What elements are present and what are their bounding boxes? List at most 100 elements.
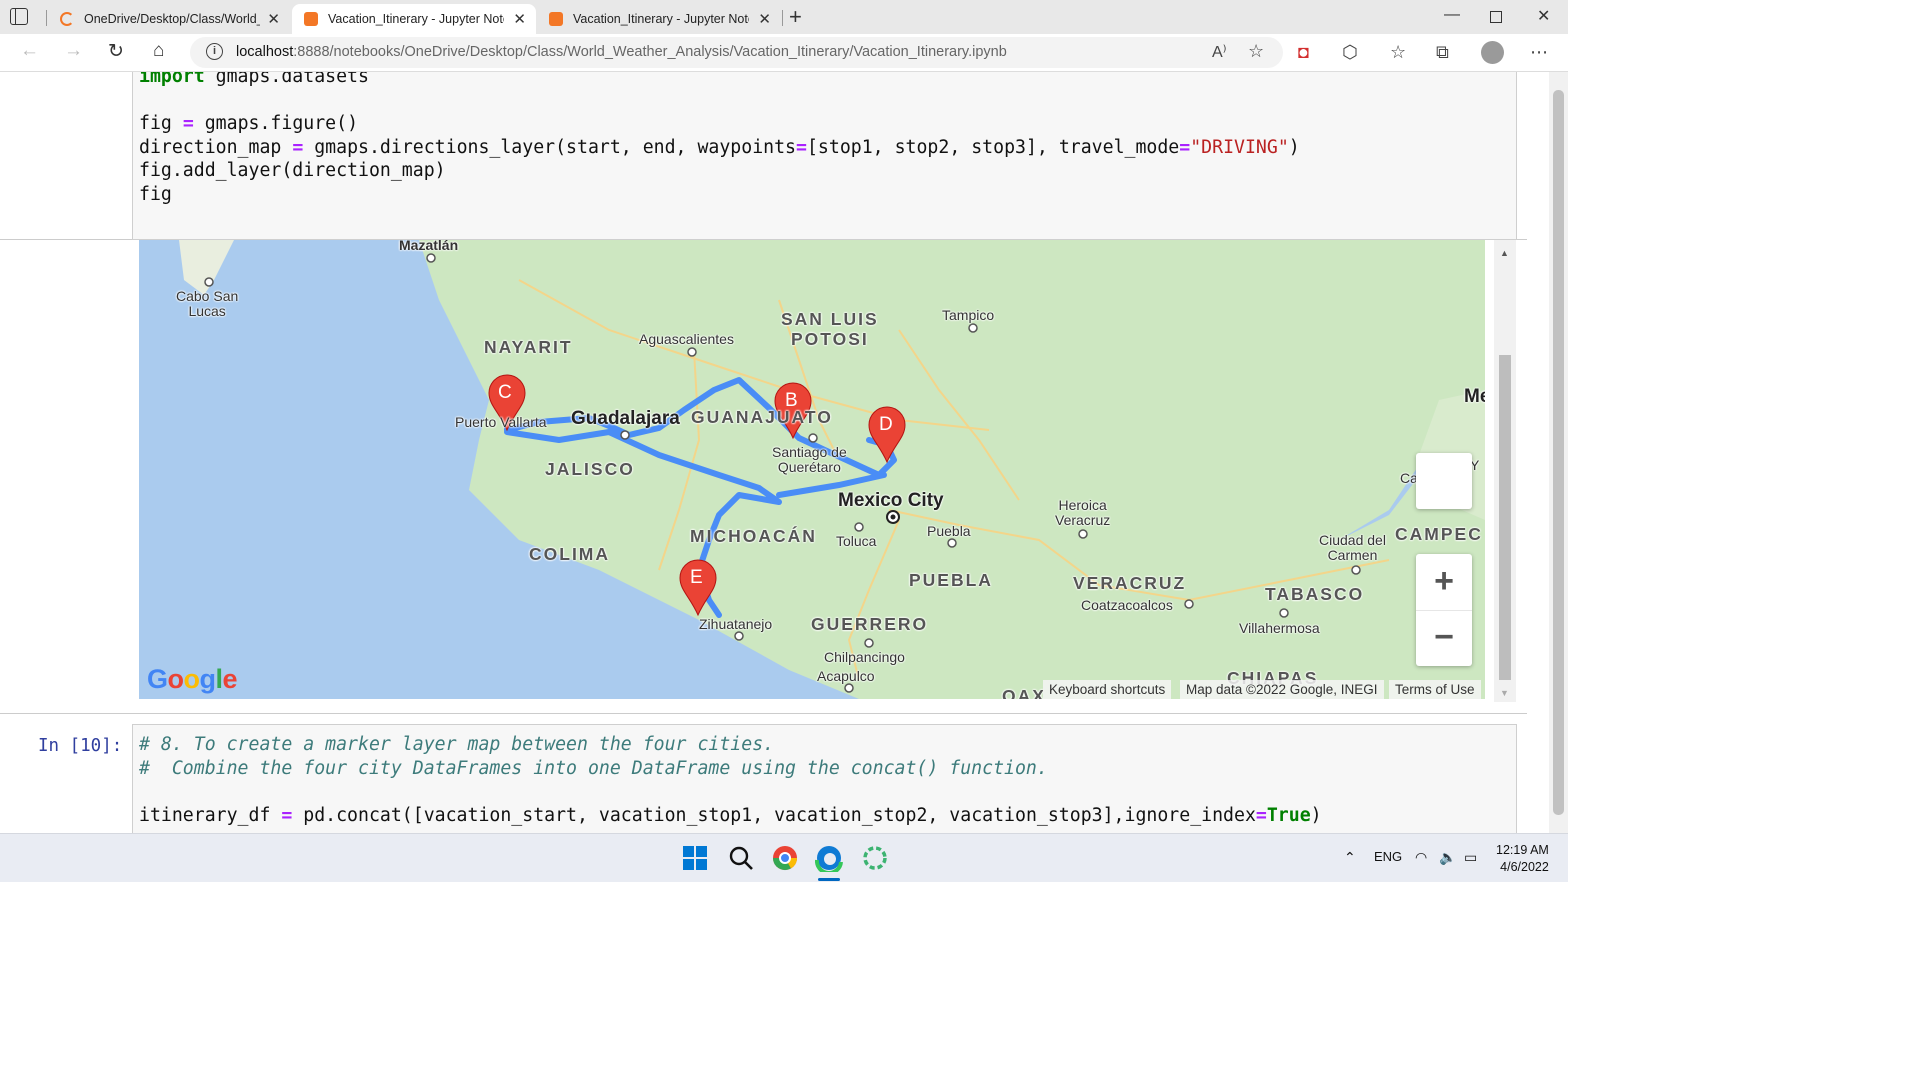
jupyter-notebook-icon (304, 12, 318, 26)
tab-title: Vacation_Itinerary - Jupyter Note (328, 12, 504, 26)
place-label: Aguascalientes (639, 331, 734, 347)
place-label: Heroica Veracruz (1055, 497, 1111, 528)
place-label: VERACRUZ (1073, 573, 1187, 593)
place-label: MICHOACÁN (690, 526, 817, 546)
profile-avatar[interactable] (1481, 41, 1504, 64)
marker-label-e: E (690, 567, 703, 588)
minimize-icon[interactable]: — (1444, 6, 1460, 24)
site-info-icon[interactable]: i (206, 43, 223, 60)
terms-of-use-link[interactable]: Terms of Use (1389, 680, 1481, 699)
search-icon[interactable] (727, 844, 755, 872)
back-icon[interactable]: ← (20, 40, 39, 62)
page-scrollbar[interactable] (1549, 72, 1568, 833)
jupyter-notebook-icon (549, 12, 563, 26)
zoom-control: + − (1416, 554, 1472, 666)
code-cell: In [10]: # 8. To create a marker layer m… (0, 724, 1527, 833)
tab-2[interactable]: Vacation_Itinerary - Jupyter Note ✕ (292, 4, 536, 34)
place-label: Chilpancingo (824, 649, 905, 665)
tab-3[interactable]: Vacation_Itinerary - Jupyter Note ✕ (537, 4, 781, 34)
code-line: fig.add_layer(direction_map) (139, 160, 446, 181)
scroll-down-icon[interactable]: ▼ (1500, 688, 1509, 698)
url-bar[interactable]: i localhost:8888/notebooks/OneDrive/Desk… (190, 37, 1283, 68)
language-indicator[interactable]: ENG (1374, 849, 1402, 864)
place-label: Toluca (836, 533, 877, 549)
place-label: Santiago de Querétaro (772, 444, 847, 475)
place-label: Cabo San Lucas (176, 288, 239, 319)
code-line: itinerary_df = pd.concat([vacation_start… (139, 805, 1322, 826)
chrome-icon[interactable] (771, 844, 799, 872)
place-label: COLIMA (529, 544, 611, 564)
tab-title: Vacation_Itinerary - Jupyter Note (573, 12, 749, 26)
zoom-out-button[interactable]: − (1416, 610, 1472, 666)
close-tab-icon[interactable]: ✕ (267, 10, 280, 28)
keyboard-shortcuts-link[interactable]: Keyboard shortcuts (1043, 680, 1172, 699)
google-map[interactable]: C B D E Mazatlán Cabo San Lucas NAYARIT … (139, 240, 1485, 699)
scroll-up-icon[interactable]: ▲ (1500, 248, 1509, 258)
close-window-icon[interactable]: ✕ (1537, 6, 1550, 26)
place-label: PUEBLA (909, 570, 993, 590)
edge-icon[interactable] (814, 844, 843, 875)
clock[interactable]: 12:19 AM 4/6/2022 (1496, 842, 1549, 876)
extensions-icon[interactable]: ⬡ (1342, 42, 1358, 63)
code-comment: # 8. To create a marker layer map betwee… (139, 734, 775, 755)
wifi-icon[interactable]: ◠ (1415, 849, 1427, 866)
jupyter-loading-icon (60, 12, 74, 26)
restore-icon[interactable] (1490, 11, 1502, 23)
volume-icon[interactable]: 🔈 (1439, 849, 1456, 866)
loading-app-icon[interactable] (861, 844, 889, 872)
output-area: C B D E Mazatlán Cabo San Lucas NAYARIT … (0, 240, 1527, 714)
address-bar-row: ← → ↻ ⌂ i localhost:8888/notebooks/OneDr… (0, 34, 1568, 72)
marker-label-c: C (498, 382, 512, 403)
output-scrollbar[interactable]: ▲ ▼ (1494, 240, 1516, 702)
new-tab-icon[interactable]: + (789, 4, 802, 30)
windows-taskbar: ⌃ ENG ◠ 🔈 ▭ 12:19 AM 4/6/2022 (0, 833, 1568, 882)
code-input[interactable]: # 8. To create a marker layer map betwee… (132, 724, 1517, 833)
place-label: Guadalajara (571, 408, 680, 429)
place-label: Villahermosa (1239, 620, 1320, 636)
fullscreen-button[interactable] (1416, 453, 1472, 509)
place-label: JALISCO (545, 459, 635, 479)
place-label: NAYARIT (484, 337, 573, 357)
clock-time: 12:19 AM (1496, 843, 1549, 857)
tab-1[interactable]: OneDrive/Desktop/Class/World_ ✕ (48, 4, 290, 34)
place-label: Acapulco (817, 668, 875, 684)
tab-actions-icon[interactable] (10, 8, 28, 25)
start-icon[interactable] (681, 844, 709, 872)
map-data-attribution: Map data ©2022 Google, INEGI (1180, 680, 1384, 699)
browser-tab-bar: OneDrive/Desktop/Class/World_ ✕ Vacation… (0, 0, 1568, 34)
close-tab-icon[interactable]: ✕ (513, 10, 526, 28)
read-aloud-icon[interactable]: A⁾ (1212, 42, 1227, 62)
collections-icon[interactable]: ⧉ (1436, 42, 1449, 63)
pocket-extension-icon[interactable]: ◘ (1298, 42, 1309, 63)
place-label: Coatzacoalcos (1081, 597, 1173, 613)
place-label: CAMPEC (1395, 524, 1483, 544)
more-menu-icon[interactable]: ⋯ (1530, 42, 1548, 63)
battery-icon[interactable]: ▭ (1464, 849, 1477, 866)
google-logo: Google (147, 664, 238, 694)
tab-separator (46, 10, 47, 26)
cell-prompt: In [10]: (38, 736, 123, 756)
favorites-icon[interactable]: ☆ (1390, 42, 1406, 63)
page-scrollbar-thumb[interactable] (1553, 90, 1564, 815)
place-label: SAN LUIS POTOSI (781, 309, 879, 349)
forward-icon[interactable]: → (64, 40, 83, 62)
url-text[interactable]: localhost:8888/notebooks/OneDrive/Deskto… (236, 44, 1007, 60)
code-line: fig = gmaps.figure() (139, 113, 359, 134)
code-input[interactable]: import gmaps.datasets fig = gmaps.figure… (132, 72, 1517, 240)
place-label: GUERRERO (811, 614, 929, 634)
reload-icon[interactable]: ↻ (108, 40, 124, 63)
place-label: GUANAJUATO (691, 407, 833, 427)
code-comment: # Combine the four city DataFrames into … (139, 757, 1048, 779)
zoom-in-button[interactable]: + (1416, 554, 1472, 610)
output-scrollbar-thumb[interactable] (1499, 355, 1511, 680)
code-cell: import gmaps.datasets fig = gmaps.figure… (0, 72, 1527, 240)
place-label: Puebla (927, 523, 971, 539)
chevron-up-icon[interactable]: ⌃ (1344, 849, 1356, 866)
place-label: Mexico City (838, 490, 944, 511)
place-label: Zihuatanejo (699, 616, 773, 632)
home-icon[interactable]: ⌂ (153, 40, 164, 62)
close-tab-icon[interactable]: ✕ (758, 10, 771, 28)
place-label: Mazatlán (399, 240, 459, 253)
add-favorite-icon[interactable]: ☆ (1248, 41, 1264, 62)
tab-separator (782, 10, 783, 26)
